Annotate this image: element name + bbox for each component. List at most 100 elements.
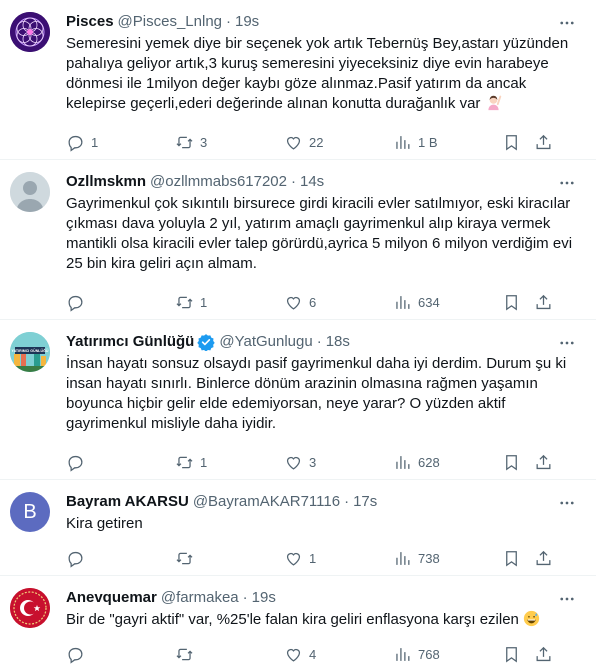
user-handle[interactable]: @YatGunlugu <box>219 332 312 352</box>
letter-avatar[interactable]: B <box>10 492 50 532</box>
share-button[interactable] <box>534 453 558 472</box>
retweet-button[interactable] <box>175 549 284 568</box>
tweet[interactable]: Ozllmskmn @ozllmmabs617202 · 14s Gayrime… <box>0 160 596 320</box>
user-handle[interactable]: @ozllmmabs617202 <box>150 172 287 192</box>
timestamp[interactable]: 17s <box>353 492 377 512</box>
grinning-sweat-face-icon <box>523 610 540 627</box>
like-count: 4 <box>309 646 317 662</box>
retweet-icon <box>176 136 193 148</box>
timestamp[interactable]: 14s <box>300 172 324 192</box>
share-icon <box>536 454 551 469</box>
bookmark-icon <box>506 646 517 662</box>
more-options-icon[interactable] <box>558 14 576 37</box>
like-button[interactable]: 1 <box>284 549 393 568</box>
display-name[interactable]: Pisces <box>66 12 114 32</box>
tweet-actions: 1 6 634 <box>66 286 580 318</box>
views-button[interactable]: 738 <box>393 549 502 568</box>
view-count: 634 <box>418 294 440 310</box>
like-count: 1 <box>309 550 317 566</box>
timestamp[interactable]: 19s <box>252 588 276 608</box>
retweet-button[interactable]: 3 <box>175 133 284 152</box>
like-button[interactable]: 6 <box>284 293 393 312</box>
share-icon <box>536 294 551 309</box>
more-options-icon[interactable] <box>558 334 576 357</box>
default-profile-avatar[interactable] <box>10 172 50 212</box>
more-options-icon[interactable] <box>558 494 576 517</box>
reply-button[interactable] <box>66 645 175 664</box>
crescent-star-emblem-icon <box>10 588 50 628</box>
reply-icon <box>68 455 83 472</box>
view-count: 1 B <box>418 134 438 150</box>
retweet-button[interactable]: 1 <box>175 293 284 312</box>
sacred-geometry-avatar[interactable] <box>10 12 50 52</box>
share-icon <box>536 646 551 661</box>
retweet-count: 1 <box>200 454 208 470</box>
tweet-header: Yatırımcı Günlüğü @YatGunlugu · 18s <box>66 332 580 352</box>
tweet-text: İnsan hayatı sonsuz olsaydı pasif gayrim… <box>66 355 571 432</box>
separator-dot: · <box>316 333 322 350</box>
retweet-icon <box>176 296 193 308</box>
retweet-icon <box>176 648 193 660</box>
default-user-icon <box>10 172 50 212</box>
display-name[interactable]: Ozllmskmn <box>66 172 146 192</box>
reply-button[interactable]: 1 <box>66 133 175 152</box>
views-button[interactable]: 634 <box>393 293 502 312</box>
tweet-header: Bayram AKARSU @BayramAKAR71116 · 17s <box>66 492 580 512</box>
user-handle[interactable]: @Pisces_Lnlng <box>118 12 222 32</box>
timestamp[interactable]: 19s <box>235 12 259 32</box>
tweet-text: Bir de "gayri aktif" var, %25'le falan k… <box>66 610 580 630</box>
share-button[interactable] <box>534 133 558 152</box>
like-button[interactable]: 22 <box>284 133 393 152</box>
timestamp[interactable]: 18s <box>326 332 350 352</box>
views-button[interactable]: 628 <box>393 453 502 472</box>
share-button[interactable] <box>534 293 558 312</box>
reply-button[interactable] <box>66 293 175 312</box>
tweet-actions: 1 738 <box>66 542 580 574</box>
tweet-actions: 1 3 628 <box>66 446 580 478</box>
user-handle[interactable]: @BayramAKAR71116 <box>193 492 340 512</box>
city-illustration-avatar[interactable]: YATIRIMCI GÜNLÜĞÜ <box>10 332 50 372</box>
tweet[interactable]: YATIRIMCI GÜNLÜĞÜ Yatırımcı Günlüğü @Yat… <box>0 320 596 480</box>
tweet[interactable]: B Bayram AKARSU @BayramAKAR71116 · 17s K… <box>0 480 596 576</box>
display-name[interactable]: Anevquemar <box>66 588 157 608</box>
tweet-header: Ozllmskmn @ozllmmabs617202 · 14s <box>66 172 580 192</box>
share-button[interactable] <box>534 645 558 664</box>
views-button[interactable]: 1 B <box>393 133 502 152</box>
display-name[interactable]: Yatırımcı Günlüğü <box>66 332 194 352</box>
like-button[interactable]: 3 <box>284 453 393 472</box>
timeline-feed: Pisces @Pisces_Lnlng · 19s Semeresini ye… <box>0 0 596 670</box>
retweet-count: 3 <box>200 134 208 150</box>
tweet[interactable]: Pisces @Pisces_Lnlng · 19s Semeresini ye… <box>0 0 596 160</box>
retweet-icon <box>176 456 193 468</box>
display-name[interactable]: Bayram AKARSU <box>66 492 189 512</box>
reply-button[interactable] <box>66 549 175 568</box>
more-options-icon[interactable] <box>558 590 576 613</box>
like-button[interactable]: 4 <box>284 645 393 664</box>
like-count: 22 <box>309 134 324 150</box>
user-handle[interactable]: @farmakea <box>161 588 239 608</box>
retweet-button[interactable] <box>175 645 284 664</box>
city-illustration-icon: YATIRIMCI GÜNLÜĞÜ <box>10 332 50 372</box>
bookmark-icon <box>506 454 517 470</box>
bookmark-button[interactable] <box>502 293 534 312</box>
bookmark-icon <box>506 550 517 566</box>
bookmark-button[interactable] <box>502 133 534 152</box>
share-button[interactable] <box>534 549 558 568</box>
share-icon <box>536 550 551 565</box>
woman-raising-hand-icon <box>488 95 501 111</box>
bookmark-button[interactable] <box>502 645 534 664</box>
bookmark-button[interactable] <box>502 549 534 568</box>
like-count: 6 <box>309 294 317 310</box>
bookmark-button[interactable] <box>502 453 534 472</box>
tweet[interactable]: Anevquemar @farmakea · 19s Bir de "gayri… <box>0 576 596 670</box>
separator-dot: · <box>344 493 350 510</box>
avatar-letter: B <box>23 500 37 523</box>
tweet-text-content: Bir de "gayri aktif" var, %25'le falan k… <box>66 611 519 628</box>
crescent-star-emblem-avatar[interactable] <box>10 588 50 628</box>
views-button[interactable]: 768 <box>393 645 502 664</box>
reply-button[interactable] <box>66 453 175 472</box>
more-options-icon[interactable] <box>558 174 576 197</box>
view-count: 738 <box>418 550 440 566</box>
retweet-button[interactable]: 1 <box>175 453 284 472</box>
heart-icon <box>286 552 301 566</box>
